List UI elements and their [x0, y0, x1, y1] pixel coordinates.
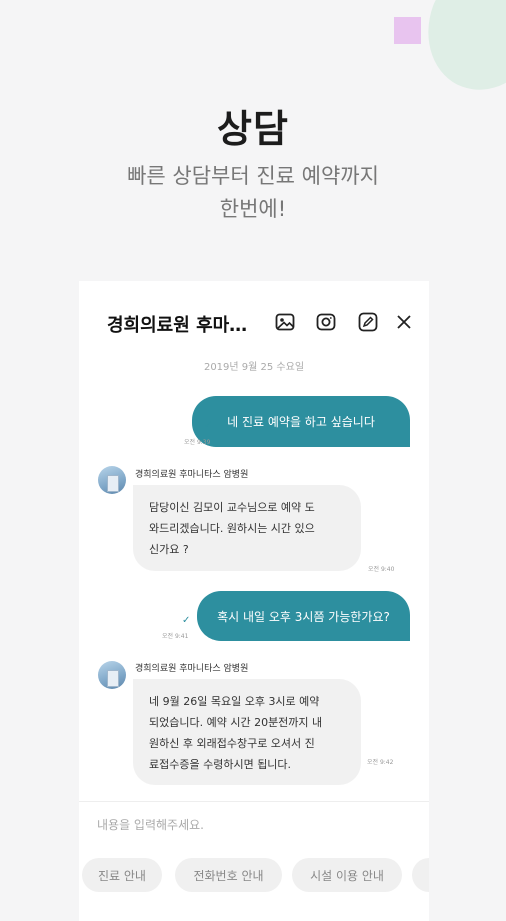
pencil-icon[interactable] [357, 311, 379, 333]
message-line: 네 9월 26일 목요일 오후 3시로 예약 [149, 695, 320, 708]
hero-subtitle-line1: 빠른 상담부터 진료 예약까지 [127, 164, 379, 188]
message-composer: 내용을 입력해주세요. 진료 안내 전화번호 안내 시설 이용 안내 [79, 801, 429, 921]
hero-subtitle: 빠른 상담부터 진료 예약까지 한번에! [0, 160, 506, 226]
close-icon[interactable] [393, 311, 415, 333]
outgoing-message-bubble: 네 진료 예약을 하고 싶습니다 [192, 396, 410, 447]
image-icon[interactable] [274, 311, 296, 333]
sender-name: 경희의료원 후마니타스 암병원 [135, 470, 249, 480]
incoming-message-bubble: 담당이신 김모이 교수님으로 예약 도 와드리겠습니다. 원하시는 시간 있으 … [133, 485, 361, 571]
chat-header: 경희의료원 후마… [79, 281, 429, 361]
quick-reply-chip[interactable]: 시설 이용 안내 [292, 858, 402, 892]
message-line: 되었습니다. 예약 시간 20분전까지 내 [149, 716, 323, 729]
incoming-message-bubble: 네 9월 26일 목요일 오후 3시로 예약 되었습니다. 예약 시간 20분전… [133, 679, 361, 785]
avatar [98, 466, 126, 494]
decorative-leaf-shape [410, 0, 506, 106]
message-time: 오전 9:40 [368, 566, 395, 573]
message-line: 료접수증을 수령하시면 됩니다. [149, 758, 292, 771]
decorative-pink-square [394, 17, 421, 44]
quick-reply-chip-partial[interactable] [412, 858, 429, 892]
message-time: 오전 9:39 [184, 439, 211, 446]
message-time: 오전 9:41 [162, 633, 189, 640]
chat-date-divider: 2019년 9월 25 수요일 [203, 362, 305, 373]
message-line: 신가요 ? [149, 543, 189, 556]
read-check-icon: ✓ [204, 420, 213, 431]
message-line: 담당이신 김모이 교수님으로 예약 도 [149, 501, 315, 514]
read-check-icon: ✓ [182, 615, 191, 626]
message-line: 원하신 후 외래접수창구로 오셔서 진 [149, 737, 315, 750]
hero-subtitle-line2: 한번에! [219, 197, 287, 221]
outgoing-message-bubble: 혹시 내일 오후 3시쯤 가능한가요? [197, 591, 410, 641]
quick-reply-chip[interactable]: 진료 안내 [82, 858, 162, 892]
hero-title: 상담 [217, 107, 289, 151]
camera-icon[interactable] [315, 311, 337, 333]
chat-title: 경희의료원 후마… [107, 315, 248, 336]
chat-card: 경희의료원 후마… 2019년 9월 25 수요일 네 진료 예약을 하고 싶습… [79, 281, 429, 921]
message-line: 와드리겠습니다. 원하시는 시간 있으 [149, 522, 315, 535]
message-input[interactable]: 내용을 입력해주세요. [97, 816, 204, 833]
quick-reply-chip[interactable]: 전화번호 안내 [175, 858, 282, 892]
message-time: 오전 9:42 [367, 759, 394, 766]
sender-name: 경희의료원 후마니타스 암병원 [135, 664, 249, 674]
avatar [98, 661, 126, 689]
